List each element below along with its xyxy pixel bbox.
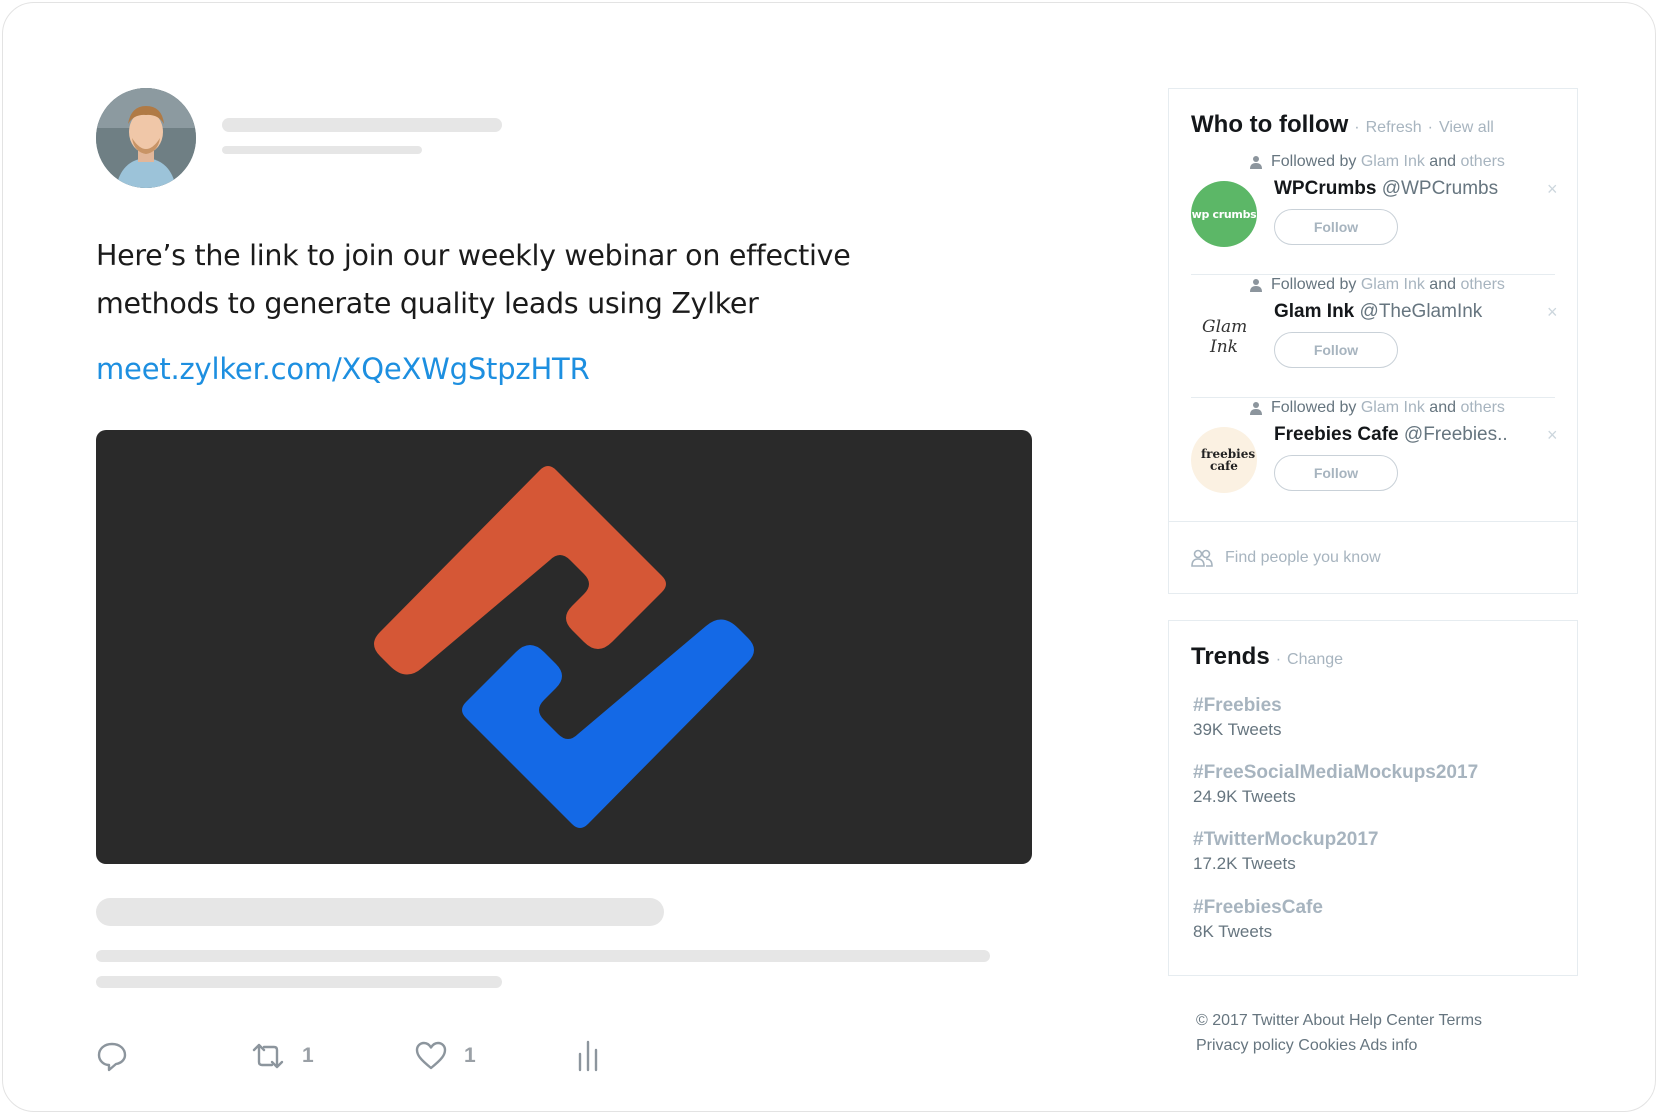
followed-by-line: Followed by Glam Ink and others [1249, 276, 1505, 294]
analytics-icon [578, 1040, 598, 1072]
find-people-label: Find people you know [1225, 548, 1381, 566]
zylker-logo-icon [374, 466, 754, 828]
suggestion-freebies-cafe: freebies cafe Followed by Glam Ink and o… [1191, 399, 1558, 521]
trend-item[interactable]: #FreebiesCafe 8K Tweets [1193, 897, 1323, 942]
like-button[interactable]: 1 [414, 1040, 476, 1072]
change-link[interactable]: Change [1287, 651, 1343, 669]
trend-count: 24.9K Tweets [1193, 787, 1296, 806]
dismiss-icon[interactable]: × [1547, 302, 1558, 323]
person-icon [1250, 402, 1262, 415]
trend-tag[interactable]: #FreeSocialMediaMockups2017 [1193, 762, 1478, 784]
trends-title: Trends [1191, 643, 1270, 670]
reply-button[interactable] [96, 1040, 128, 1072]
dismiss-icon[interactable]: × [1547, 179, 1558, 200]
follow-button[interactable]: Follow [1274, 455, 1398, 491]
suggestion-glam-ink: Glam Ink Followed by Glam Ink and others… [1191, 276, 1558, 398]
retweet-count: 1 [302, 1044, 314, 1067]
suggestion-name[interactable]: Freebies Cafe @Freebies.. [1274, 424, 1508, 446]
tweet-media-image[interactable] [96, 430, 1032, 864]
copyright-text: © 2017 Twitter [1196, 1012, 1300, 1029]
trends-panel: Trends · Change #Freebies 39K Tweets #Fr… [1168, 620, 1578, 976]
analytics-button[interactable] [574, 1040, 602, 1072]
followed-by-line: Followed by Glam Ink and others [1249, 399, 1505, 417]
person-icon [1250, 279, 1262, 292]
reply-icon [97, 1042, 127, 1072]
freebies-cafe-avatar[interactable]: freebies cafe [1191, 427, 1257, 493]
trend-count: 17.2K Tweets [1193, 854, 1296, 873]
who-to-follow-panel: Who to follow · Refresh · View all wp cr… [1168, 88, 1578, 594]
like-count: 1 [464, 1044, 476, 1067]
wpcrumbs-avatar[interactable]: wp crumbs [1191, 181, 1257, 247]
trend-item[interactable]: #TwitterMockup2017 17.2K Tweets [1193, 829, 1378, 874]
footer-link-about[interactable]: About [1303, 1012, 1345, 1029]
footer-link-terms[interactable]: Terms [1438, 1012, 1482, 1029]
webinar-link[interactable]: meet.zylker.com/XQeXWgStpzHTR [96, 352, 590, 386]
follow-button[interactable]: Follow [1274, 209, 1398, 245]
author-name-placeholder [222, 118, 502, 132]
dismiss-icon[interactable]: × [1547, 425, 1558, 446]
trend-tag[interactable]: #TwitterMockup2017 [1193, 829, 1378, 851]
retweet-button[interactable]: 1 [250, 1040, 314, 1072]
who-to-follow-title: Who to follow [1191, 111, 1349, 138]
retweet-icon [252, 1043, 284, 1069]
tweet-placeholder-bar-1 [96, 898, 664, 926]
tweet-placeholder-bar-2 [96, 950, 990, 962]
author-avatar[interactable] [96, 88, 196, 188]
glam-ink-avatar[interactable]: Glam Ink [1191, 304, 1257, 370]
footer-link-help[interactable]: Help Center [1349, 1012, 1434, 1029]
heart-icon [415, 1041, 447, 1070]
followed-by-line: Followed by Glam Ink and others [1249, 153, 1505, 171]
sidebar-footer: © 2017 Twitter About Help Center Terms P… [1196, 1008, 1516, 1058]
suggestion-name[interactable]: WPCrumbs @WPCrumbs [1274, 178, 1498, 200]
tweet-text: Here’s the link to join our weekly webin… [96, 239, 851, 320]
tweet-placeholder-bar-3 [96, 976, 502, 988]
person-icon [1250, 156, 1262, 169]
trend-item[interactable]: #Freebies 39K Tweets [1193, 695, 1282, 740]
trend-tag[interactable]: #Freebies [1193, 695, 1282, 717]
suggestion-name[interactable]: Glam Ink @TheGlamInk [1274, 301, 1482, 323]
author-handle-placeholder [222, 146, 422, 154]
find-people-link[interactable]: Find people you know [1169, 521, 1577, 593]
footer-link-ads[interactable]: Ads info [1360, 1037, 1418, 1054]
follow-button[interactable]: Follow [1274, 332, 1398, 368]
footer-link-privacy[interactable]: Privacy policy [1196, 1037, 1294, 1054]
trend-count: 39K Tweets [1193, 720, 1282, 739]
view-all-link[interactable]: View all [1439, 119, 1494, 137]
footer-link-cookies[interactable]: Cookies [1298, 1037, 1356, 1054]
refresh-link[interactable]: Refresh [1366, 119, 1422, 137]
trend-tag[interactable]: #FreebiesCafe [1193, 897, 1323, 919]
trend-item[interactable]: #FreeSocialMediaMockups2017 24.9K Tweets [1193, 762, 1478, 807]
trend-count: 8K Tweets [1193, 922, 1273, 941]
suggestion-wpcrumbs: wp crumbs Followed by Glam Ink and other… [1191, 153, 1558, 275]
people-icon [1191, 549, 1213, 567]
